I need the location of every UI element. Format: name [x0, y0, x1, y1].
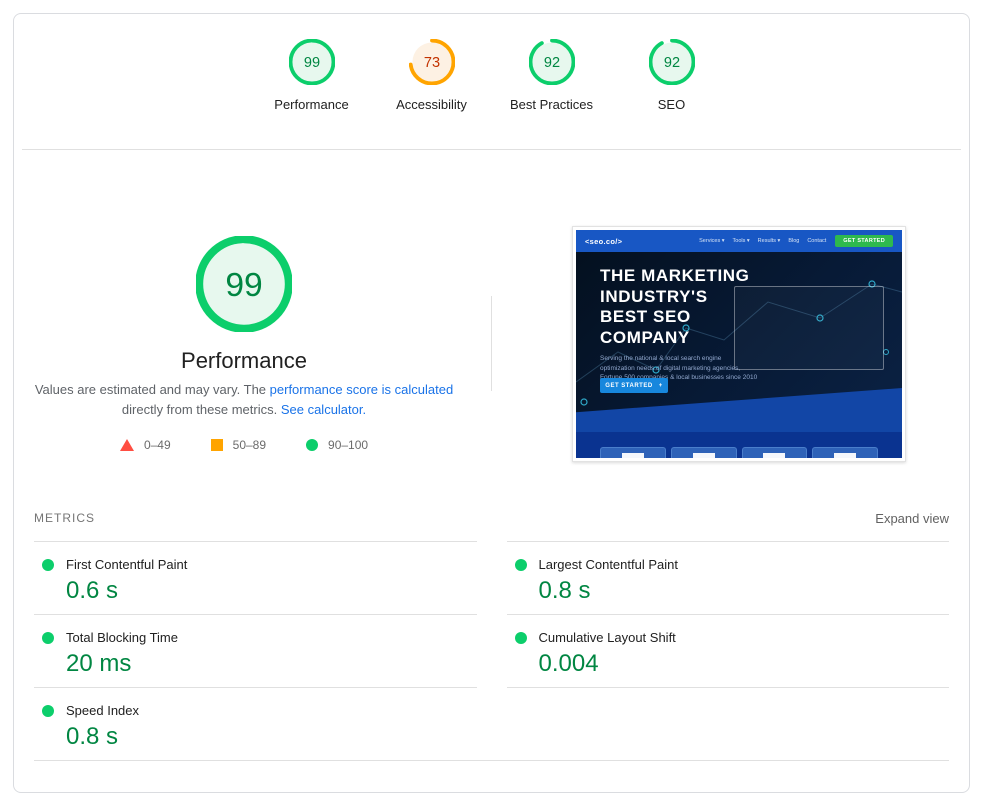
pass-dot-icon [42, 559, 54, 571]
svg-text:92: 92 [663, 55, 679, 71]
thumbnail-get-started-button: GET STARTED [835, 235, 893, 247]
metric-row-speed-index: Speed Index 0.8 s [34, 687, 477, 760]
metrics-section: METRICS Expand view First Contentful Pai… [14, 499, 969, 761]
legend-item-fail: 0–49 [119, 438, 171, 452]
svg-text:92: 92 [543, 55, 559, 71]
lighthouse-report-card: 99 Performance 73 Accessibility 92 Best … [13, 13, 970, 793]
metrics-section-title: METRICS [34, 511, 95, 525]
thumbnail-card [812, 447, 878, 458]
thumbnail-card [670, 447, 737, 458]
thumbnail-nav-bar: <seo.co/> Services ▾ Tools ▾ Results ▾ B… [576, 230, 902, 252]
legend-range: 0–49 [143, 438, 171, 452]
thumbnail-page-render: <seo.co/> Services ▾ Tools ▾ Results ▾ B… [576, 230, 902, 458]
svg-text:73: 73 [423, 55, 439, 71]
legend-item-pass: 90–100 [306, 438, 368, 452]
thumbnail-nav-link: Contact [807, 238, 827, 244]
performance-gauge-icon: 99 [288, 39, 335, 85]
metrics-grid: First Contentful Paint 0.6 s Total Block… [34, 541, 949, 761]
svg-text:99: 99 [225, 267, 262, 304]
pass-circle-icon [306, 439, 319, 451]
performance-score-gauge: 99 [196, 236, 292, 332]
performance-section: 99 Performance Values are estimated and … [14, 150, 969, 499]
average-square-icon [210, 439, 223, 451]
thumbnail-footer-cards [576, 432, 902, 458]
metric-row-total-blocking-time: Total Blocking Time 20 ms [34, 614, 477, 687]
metric-label: First Contentful Paint [66, 557, 188, 572]
metric-label: Largest Contentful Paint [538, 557, 678, 572]
thumbnail-nav-link: Blog [788, 238, 800, 244]
metric-row-cumulative-layout-shift: Cumulative Layout Shift 0.004 [506, 614, 949, 688]
pass-dot-icon [42, 705, 54, 717]
summary-gauge-seo[interactable]: 92 SEO [612, 39, 732, 112]
accessibility-gauge-icon: 73 [408, 39, 455, 85]
metrics-header: METRICS Expand view [34, 507, 949, 529]
summary-label: Best Practices [509, 97, 594, 112]
metric-value: 0.6 s [66, 577, 119, 604]
legend-range: 50–89 [232, 438, 267, 452]
summary-label: SEO [657, 97, 686, 112]
metrics-column-left: First Contentful Paint 0.6 s Total Block… [34, 541, 477, 760]
metric-label: Total Blocking Time [66, 630, 178, 645]
seo-gauge-icon: 92 [648, 39, 695, 85]
metric-row-largest-contentful-paint: Largest Contentful Paint 0.8 s [506, 541, 949, 614]
pass-dot-icon [514, 559, 527, 571]
thumbnail-hero-heading: THE MARKETING INDUSTRY'S BEST SEO COMPAN… [600, 266, 750, 347]
metric-value: 20 ms [66, 650, 132, 677]
thumbnail-card [741, 447, 808, 458]
metric-value: 0.004 [538, 650, 599, 677]
summary-label: Accessibility [396, 97, 467, 112]
metric-value: 0.8 s [66, 723, 119, 750]
pass-dot-icon [42, 632, 54, 644]
vertical-divider [491, 296, 492, 391]
score-calculation-link[interactable]: performance score is calculated [270, 382, 454, 397]
score-legend: 0–49 50–89 90–100 [14, 438, 474, 452]
summary-gauge-accessibility[interactable]: 73 Accessibility [372, 39, 492, 112]
metrics-column-right: Largest Contentful Paint 0.8 s Cumulativ… [506, 541, 949, 760]
metric-label: Cumulative Layout Shift [538, 630, 676, 645]
fail-triangle-icon [119, 439, 134, 451]
summary-label: Performance [274, 97, 349, 112]
thumbnail-nav-links: Services ▾ Tools ▾ Results ▾ Blog Contac… [699, 238, 826, 244]
description-text: Values are estimated and may vary. The [34, 382, 270, 397]
legend-item-average: 50–89 [210, 438, 267, 452]
metric-row-first-contentful-paint: First Contentful Paint 0.6 s [34, 541, 477, 614]
thumbnail-hero-cta-button: GET STARTED + [600, 378, 668, 393]
performance-score-gauge-icon: 99 [196, 236, 292, 332]
description-text: directly from these metrics. [121, 402, 281, 417]
thumbnail-nav-link: Results ▾ [757, 238, 781, 244]
pass-dot-icon [514, 632, 527, 644]
metric-value: 0.8 s [538, 577, 591, 604]
see-calculator-link[interactable]: See calculator. [281, 402, 366, 417]
thumbnail-card [600, 447, 666, 458]
svg-text:99: 99 [303, 55, 319, 71]
summary-gauge-best-practices[interactable]: 92 Best Practices [492, 39, 612, 112]
best-practices-gauge-icon: 92 [528, 39, 575, 85]
legend-range: 90–100 [328, 438, 369, 452]
thumbnail-nav-link: Tools ▾ [732, 238, 750, 244]
category-summary-row: 99 Performance 73 Accessibility 92 Best … [14, 14, 969, 132]
summary-gauge-performance[interactable]: 99 Performance [252, 39, 372, 112]
thumbnail-site-logo: <seo.co/> [585, 236, 623, 246]
metric-label: Speed Index [66, 703, 140, 718]
page-screenshot-thumbnail[interactable]: <seo.co/> Services ▾ Tools ▾ Results ▾ B… [572, 226, 906, 462]
thumbnail-nav-link: Services ▾ [699, 238, 725, 244]
expand-view-button[interactable]: Expand view [875, 511, 949, 526]
performance-description: Values are estimated and may vary. The p… [29, 380, 459, 420]
performance-section-title: Performance [181, 348, 307, 373]
